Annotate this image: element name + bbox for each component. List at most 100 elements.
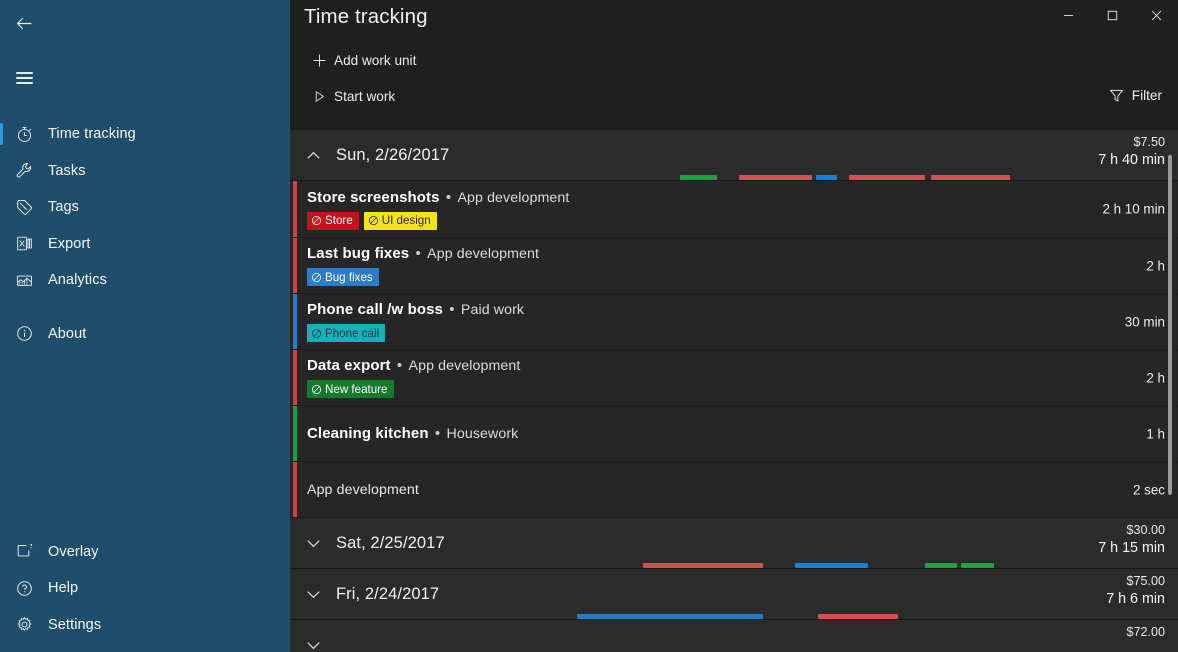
chevron-down-icon [290, 585, 336, 604]
work-unit-project: App development [408, 358, 521, 374]
day-earnings: $72.00 [1126, 625, 1165, 639]
work-unit-name: Last bug fixes [307, 245, 410, 262]
work-unit-project: App development [427, 246, 540, 262]
sidebar-item-about[interactable]: About [0, 316, 290, 353]
day-label: Fri, 2/24/2017 [336, 584, 440, 603]
work-unit-title: Last bug fixes • App development [307, 245, 1178, 262]
project-color-accent [293, 238, 297, 293]
chevron-up-icon [290, 146, 336, 165]
sidebar-secondary-nav: Overlay Help Settings [0, 534, 290, 652]
day-earnings: $75.00 [1126, 574, 1165, 588]
work-unit-name: Store screenshots [307, 188, 440, 206]
play-icon [304, 89, 334, 104]
sidebar-item-export[interactable]: Export [0, 226, 290, 263]
page-title: Time tracking [304, 5, 428, 28]
work-unit-project: App development [307, 482, 419, 498]
work-unit-row[interactable]: Cleaning kitchen • Housework 1 h [290, 406, 1178, 462]
close-button[interactable] [1134, 0, 1178, 31]
chevron-down-icon [290, 534, 336, 553]
start-work-button[interactable]: Start work [300, 79, 405, 113]
work-unit-row[interactable]: Store screenshots • App development Store… [290, 181, 1178, 238]
sidebar-item-label: Settings [48, 616, 102, 633]
work-unit-tags: Phone call [307, 324, 1178, 342]
sidebar-item-label: Export [48, 235, 91, 252]
work-unit-duration: 2 h [1146, 258, 1165, 273]
scrollbar-thumb[interactable] [1168, 155, 1172, 495]
maximize-icon [1107, 10, 1117, 21]
tag-chip[interactable]: Phone call [307, 324, 386, 342]
work-unit-name: Phone call /w boss [307, 301, 444, 318]
tag-icon [311, 215, 322, 226]
work-unit-row[interactable]: Phone call /w boss • Paid work Phone call… [290, 294, 1178, 350]
day-group-header[interactable]: Sun, 2/26/2017 $7.50 7 h 40 min [290, 130, 1178, 181]
tag-chip[interactable]: UI design [363, 211, 437, 230]
project-color-accent [293, 181, 297, 237]
work-unit-duration: 30 min [1124, 314, 1165, 329]
arrow-left-icon [16, 17, 31, 29]
sidebar-item-time-tracking[interactable]: Time tracking [0, 116, 290, 153]
day-group-header[interactable]: $72.00 [290, 620, 1178, 652]
add-work-unit-button[interactable]: Add work unit [300, 43, 426, 77]
work-unit-tags: Bug fixes [307, 268, 1178, 286]
close-icon [1151, 10, 1161, 21]
selection-indicator [0, 123, 3, 145]
timeline-segment [961, 563, 994, 568]
chevron-down-icon [290, 636, 336, 652]
work-unit-row[interactable]: App development 2 sec [290, 462, 1178, 518]
title-separator: • [445, 301, 459, 318]
work-unit-title: Store screenshots • App development [307, 189, 1178, 206]
sidebar-item-tags[interactable]: Tags [0, 189, 290, 226]
work-unit-project: App development [457, 189, 570, 206]
work-unit-row[interactable]: Last bug fixes • App development Bug fixe… [290, 238, 1178, 294]
sidebar-item-label: About [48, 325, 87, 342]
command-bar: Add work unit Start work Filter [290, 42, 1178, 114]
tag-chip[interactable]: Store [307, 211, 359, 230]
title-separator: • [411, 245, 426, 262]
app-window: Time tracking Tasks Tags Export Analytic… [0, 0, 1178, 652]
sidebar-item-label: Tags [48, 199, 80, 216]
day-group-header[interactable]: Sat, 2/25/2017 $30.00 7 h 15 min [290, 518, 1178, 569]
work-unit-row[interactable]: Data export • App development New feature… [290, 350, 1178, 406]
menu-toggle-button[interactable] [0, 54, 48, 102]
day-group-header[interactable]: Fri, 2/24/2017 $75.00 7 h 6 min [290, 569, 1178, 620]
title-bar: Time tracking [290, 0, 1178, 42]
tag-chip[interactable]: Bug fixes [307, 268, 379, 286]
day-earnings: $30.00 [1126, 523, 1165, 537]
project-color-accent [293, 462, 297, 517]
navigation-sidebar: Time tracking Tasks Tags Export Analytic… [0, 0, 290, 652]
day-summary: $7.50 7 h 40 min [1098, 134, 1165, 170]
minimize-icon [1063, 15, 1073, 16]
title-separator: • [430, 425, 445, 442]
work-unit-name: Data export [307, 357, 391, 374]
sidebar-item-tasks[interactable]: Tasks [0, 153, 290, 190]
sidebar-item-overlay[interactable]: Overlay [0, 534, 290, 571]
minimize-button[interactable] [1046, 0, 1090, 31]
day-timeline [290, 174, 1178, 180]
back-button[interactable] [0, 0, 48, 46]
day-label: Sun, 2/26/2017 [336, 145, 450, 164]
stopwatch-icon [0, 125, 48, 144]
day-duration: 7 h 6 min [1106, 591, 1165, 607]
maximize-button[interactable] [1090, 0, 1134, 31]
tag-icon [311, 272, 322, 283]
filter-button[interactable]: Filter [1100, 79, 1168, 112]
sidebar-item-analytics[interactable]: Analytics [0, 262, 290, 299]
timeline-segment [818, 614, 898, 619]
work-unit-title: Data export • App development [307, 357, 1178, 374]
scrollbar-track[interactable] [1168, 130, 1175, 652]
tag-chip[interactable]: New feature [307, 380, 394, 398]
tag-icon [311, 384, 322, 395]
sidebar-item-settings[interactable]: Settings [0, 607, 290, 644]
work-unit-duration: 2 h 10 min [1102, 201, 1165, 217]
timeline-segment [931, 175, 1010, 180]
question-circle-icon [0, 579, 48, 598]
sidebar-primary-nav: Time tracking Tasks Tags Export Analytic… [0, 116, 290, 352]
work-unit-title: Cleaning kitchen • Housework [307, 425, 1178, 442]
command-row-start: Start work Filter [290, 78, 1178, 114]
tag-label: Bug fixes [325, 270, 373, 284]
project-color-accent [293, 294, 297, 349]
tag-label: Store [325, 214, 353, 227]
sidebar-item-help[interactable]: Help [0, 570, 290, 607]
tag-icon [0, 198, 48, 217]
day-label: Sat, 2/25/2017 [336, 533, 445, 552]
